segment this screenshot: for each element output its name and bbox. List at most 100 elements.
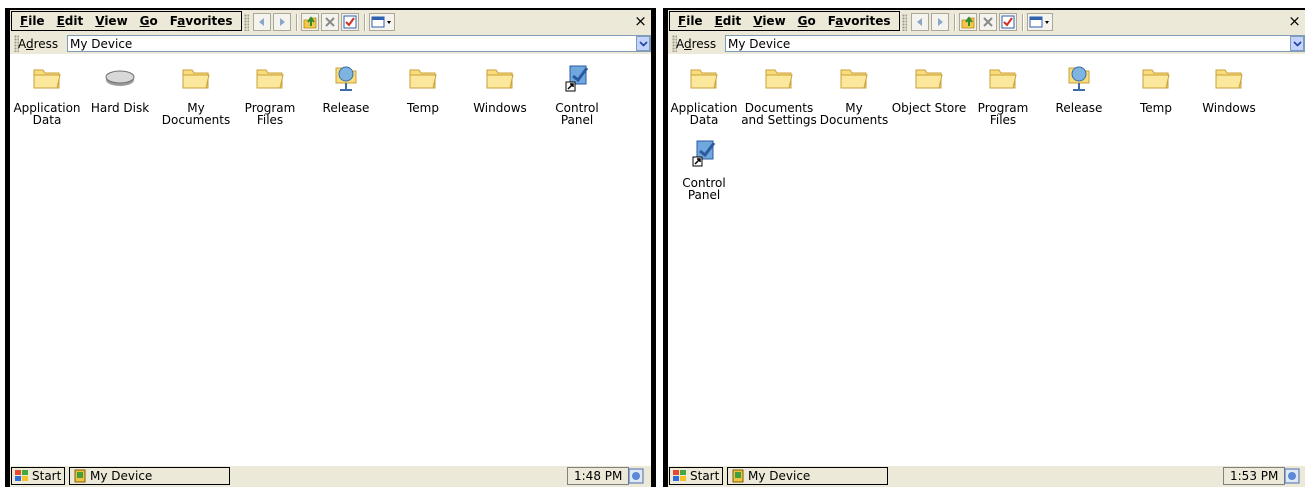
toolbar-separator — [954, 13, 956, 31]
item-windows[interactable]: Windows — [1191, 62, 1267, 114]
chevron-down-icon — [638, 40, 648, 47]
file-view: Application Data Documents and Settings … — [668, 54, 1305, 466]
start-button[interactable]: Start — [669, 467, 723, 485]
up-folder-button[interactable] — [959, 13, 977, 31]
menu-edit[interactable]: Edit — [51, 14, 90, 28]
control-panel-shortcut-icon — [561, 62, 593, 94]
address-input[interactable]: My Device — [725, 35, 1305, 52]
taskbar: Start My Device 1:48 PM — [10, 465, 651, 487]
item-program-files[interactable]: Program Files — [232, 62, 308, 126]
explorer-window-right: File Edit View Go Favorites × Adress My … — [668, 10, 1305, 487]
menu-go[interactable]: Go — [134, 14, 164, 28]
forward-button[interactable] — [931, 13, 949, 31]
folder-icon — [987, 62, 1019, 94]
item-hard-disk[interactable]: Hard Disk — [82, 62, 158, 114]
delete-button[interactable] — [321, 13, 339, 31]
delete-x-icon — [325, 17, 335, 27]
views-dropdown-icon — [1029, 16, 1049, 28]
item-object-store[interactable]: Object Store — [891, 62, 967, 114]
item-release[interactable]: Release — [308, 62, 384, 114]
chevron-down-icon — [1292, 40, 1302, 47]
clock: 1:53 PM — [1223, 467, 1286, 485]
menu-favorites[interactable]: Favorites — [164, 14, 239, 28]
item-release[interactable]: Release — [1041, 62, 1117, 114]
views-button[interactable] — [1027, 13, 1053, 31]
up-folder-button[interactable] — [301, 13, 319, 31]
folder-icon — [254, 62, 286, 94]
close-button[interactable]: × — [631, 11, 650, 31]
folder-icon — [484, 62, 516, 94]
views-dropdown-icon — [371, 16, 391, 28]
taskbar-item-my-device[interactable]: My Device — [69, 467, 230, 485]
menu-file[interactable]: File — [14, 14, 51, 28]
menu-view[interactable]: View — [747, 14, 791, 28]
network-folder-icon — [1063, 62, 1095, 94]
item-windows[interactable]: Windows — [462, 62, 538, 114]
folder-icon — [1140, 62, 1172, 94]
item-control-panel[interactable]: Control Panel — [668, 137, 742, 201]
folder-icon — [180, 62, 212, 94]
views-button[interactable] — [369, 13, 395, 31]
back-arrow-icon — [917, 18, 922, 26]
item-temp[interactable]: Temp — [385, 62, 461, 114]
start-button[interactable]: Start — [11, 467, 65, 485]
address-bar: Adress My Device — [10, 34, 651, 53]
item-documents-and-settings[interactable]: Documents and Settings — [741, 62, 817, 126]
toolbar-separator — [1022, 13, 1024, 31]
delete-x-icon — [983, 17, 993, 27]
toolbar-grip[interactable] — [244, 13, 249, 31]
address-label: Adress — [18, 37, 59, 51]
hard-disk-icon — [104, 62, 136, 94]
delete-button[interactable] — [979, 13, 997, 31]
menu-bar: File Edit View Go Favorites × — [10, 10, 651, 33]
close-icon: × — [1288, 12, 1301, 30]
toolbar-grip[interactable] — [902, 13, 907, 31]
folder-icon — [838, 62, 870, 94]
menu-file[interactable]: File — [672, 14, 709, 28]
back-button[interactable] — [911, 13, 929, 31]
up-folder-icon — [961, 16, 975, 29]
folder-icon — [688, 62, 720, 94]
address-input[interactable]: My Device — [67, 35, 651, 52]
menu-group: File Edit View Go Favorites — [669, 11, 900, 31]
properties-button[interactable] — [341, 13, 359, 31]
address-label: Adress — [676, 37, 717, 51]
close-icon: × — [634, 12, 647, 30]
toolbar-separator — [296, 13, 298, 31]
menu-go[interactable]: Go — [792, 14, 822, 28]
forward-arrow-icon — [938, 18, 943, 26]
properties-check-icon — [1001, 15, 1015, 29]
item-control-panel[interactable]: Control Panel — [539, 62, 615, 126]
close-button[interactable]: × — [1285, 11, 1304, 31]
up-folder-icon — [303, 16, 317, 29]
menu-favorites[interactable]: Favorites — [822, 14, 897, 28]
windows-logo-icon — [673, 470, 686, 481]
clock: 1:48 PM — [567, 467, 630, 485]
my-device-icon — [732, 469, 744, 483]
item-temp[interactable]: Temp — [1118, 62, 1194, 114]
folder-icon — [1213, 62, 1245, 94]
forward-button[interactable] — [273, 13, 291, 31]
windows-logo-icon — [15, 470, 28, 481]
menu-edit[interactable]: Edit — [709, 14, 748, 28]
taskbar-item-my-device[interactable]: My Device — [727, 467, 888, 485]
item-application-data[interactable]: Application Data — [668, 62, 742, 126]
folder-icon — [913, 62, 945, 94]
item-my-documents[interactable]: My Documents — [158, 62, 234, 126]
folder-icon — [31, 62, 63, 94]
address-dropdown-button[interactable] — [636, 36, 650, 51]
item-my-documents[interactable]: My Documents — [816, 62, 892, 126]
tray-network-icon[interactable] — [628, 468, 644, 484]
item-program-files[interactable]: Program Files — [965, 62, 1041, 126]
back-button[interactable] — [253, 13, 271, 31]
menu-bar: File Edit View Go Favorites × — [668, 10, 1305, 33]
address-dropdown-button[interactable] — [1290, 36, 1304, 51]
taskbar: Start My Device 1:53 PM — [668, 465, 1305, 487]
tray-network-icon[interactable] — [1284, 468, 1300, 484]
properties-button[interactable] — [999, 13, 1017, 31]
toolbar — [898, 12, 1055, 32]
menu-view[interactable]: View — [89, 14, 133, 28]
folder-icon — [763, 62, 795, 94]
item-application-data[interactable]: Application Data — [10, 62, 85, 126]
menu-group: File Edit View Go Favorites — [11, 11, 242, 31]
